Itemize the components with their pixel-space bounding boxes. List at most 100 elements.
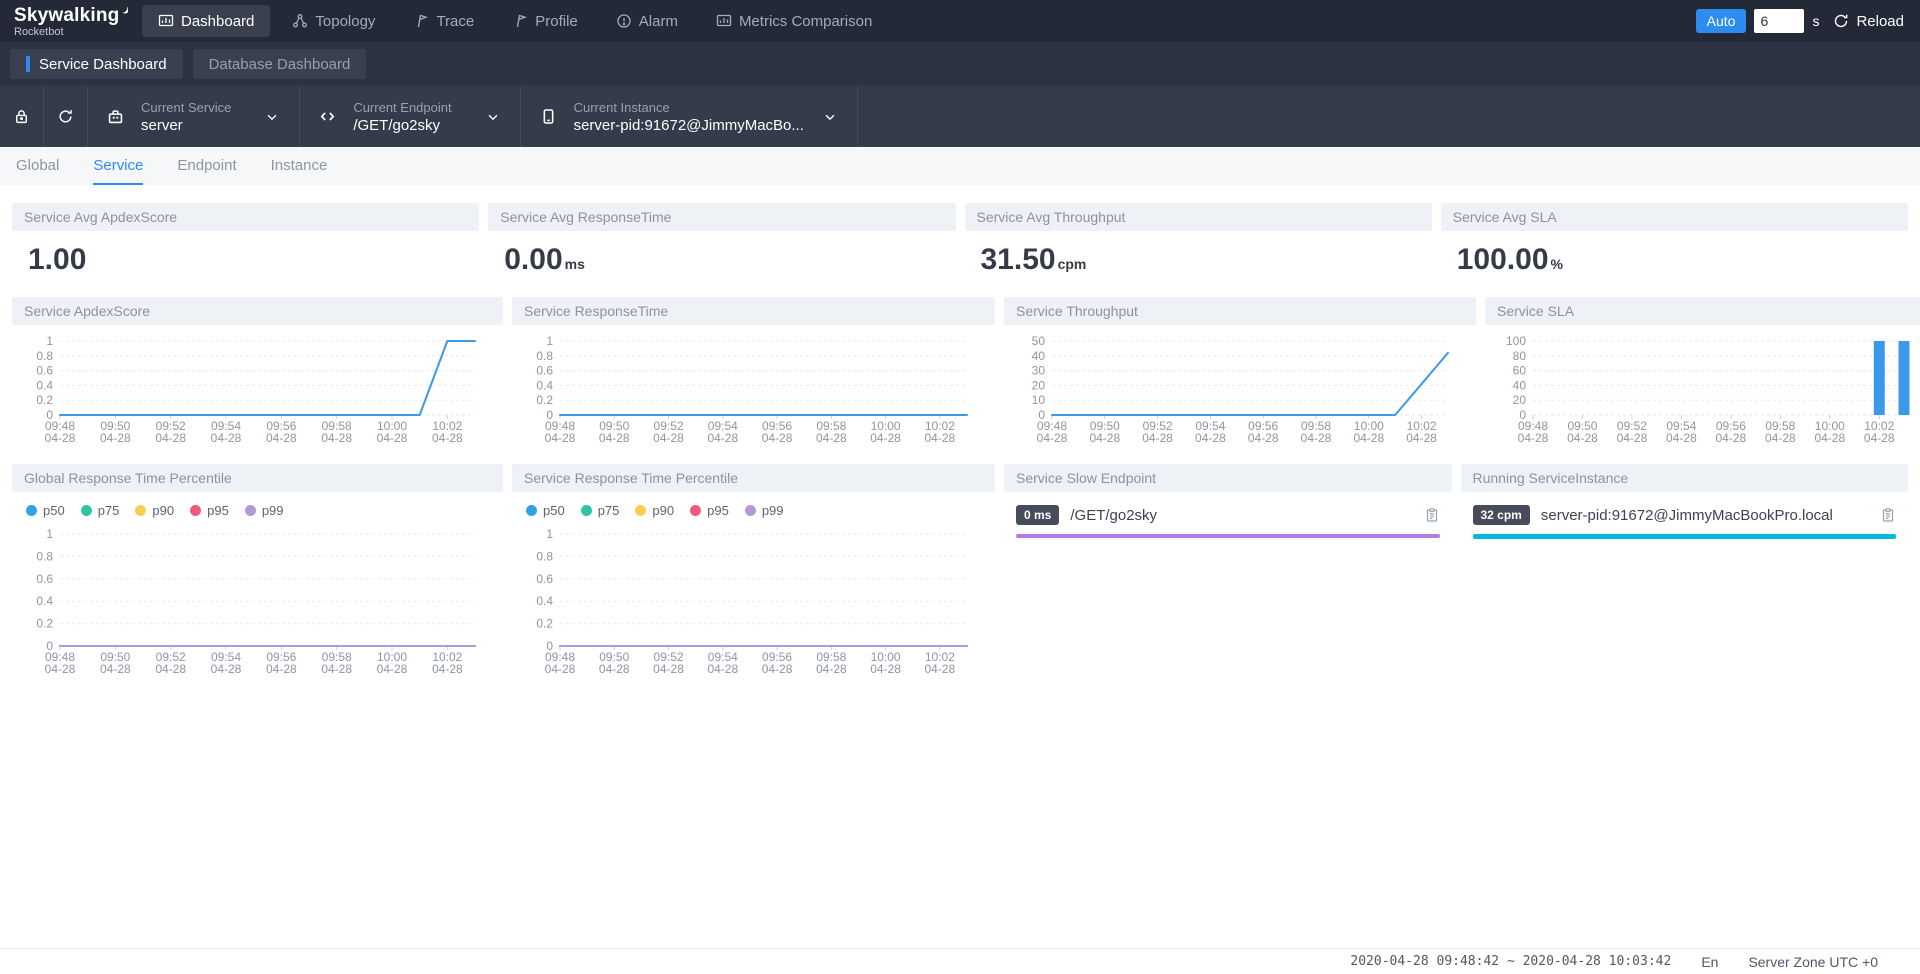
throughput-chart[interactable]: 0102030405009:4804-2809:5004-2809:5204-2… — [1004, 325, 1476, 454]
card-title: Running ServiceInstance — [1461, 464, 1909, 492]
server-zone-setting[interactable]: Server Zone UTC +0 — [1748, 954, 1878, 970]
chart-title: Service Throughput — [1004, 297, 1476, 325]
reload-button[interactable]: Reload — [1833, 13, 1904, 30]
chevron-down-icon — [486, 110, 500, 124]
legend-item-p99[interactable]: p99 — [745, 503, 784, 518]
stat-card-throughput: Service Avg Throughput 31.50cpm — [965, 203, 1432, 287]
copy-instance-button[interactable] — [1880, 507, 1896, 523]
scope-tab-service[interactable]: Service — [93, 147, 143, 185]
legend-dot — [190, 505, 201, 516]
scope-tab-instance[interactable]: Instance — [271, 147, 328, 185]
legend-item-p75[interactable]: p75 — [81, 503, 120, 518]
instance-name: server-pid:91672@JimmyMacBookPro.local — [1541, 507, 1869, 524]
legend-item-p75[interactable]: p75 — [581, 503, 620, 518]
slow-endpoint-card: Service Slow Endpoint 0 ms /GET/go2sky — [1004, 464, 1452, 538]
legend-item-p95[interactable]: p95 — [190, 503, 229, 518]
refresh-templates-button[interactable] — [44, 86, 88, 147]
nav-item-topology[interactable]: Topology — [276, 5, 391, 37]
legend-item-p90[interactable]: p90 — [135, 503, 174, 518]
service-selector[interactable]: Current Service server — [88, 86, 300, 147]
active-tab-indicator — [26, 56, 30, 72]
lock-templates-button[interactable] — [0, 86, 44, 147]
endpoint-selector[interactable]: Current Endpoint /GET/go2sky — [300, 86, 520, 147]
svg-text:04-28: 04-28 — [653, 431, 684, 445]
svg-text:1: 1 — [546, 334, 553, 348]
chart-card-apdexscore: Service ApdexScore 00.20.40.60.8109:4804… — [12, 297, 503, 454]
chart-title: Service Response Time Percentile — [512, 464, 995, 492]
chart-card-responsetime: Service ResponseTime 00.20.40.60.8109:48… — [512, 297, 995, 454]
svg-text:04-28: 04-28 — [1716, 431, 1747, 445]
stat-card-title: Service Avg SLA — [1441, 203, 1908, 231]
svg-text:04-28: 04-28 — [211, 431, 242, 445]
svg-text:04-28: 04-28 — [1089, 431, 1120, 445]
interval-unit: s — [1812, 13, 1819, 29]
svg-text:30: 30 — [1032, 364, 1046, 378]
nav-item-metrics-comparison[interactable]: Metrics Comparison — [700, 5, 888, 37]
svg-text:0.4: 0.4 — [536, 594, 553, 608]
tab-service-dashboard[interactable]: Service Dashboard — [10, 49, 183, 79]
svg-text:04-28: 04-28 — [707, 431, 738, 445]
dashboard-tabs-bar: Service Dashboard Database Dashboard — [0, 42, 1920, 86]
svg-text:04-28: 04-28 — [707, 662, 738, 676]
nav-item-dashboard[interactable]: Dashboard — [142, 5, 270, 37]
svg-text:04-28: 04-28 — [870, 431, 901, 445]
sla-chart[interactable]: 02040608010009:4804-2809:5004-2809:5204-… — [1485, 325, 1920, 454]
svg-text:04-28: 04-28 — [432, 662, 463, 676]
legend-dot — [26, 505, 37, 516]
legend-item-p50[interactable]: p50 — [26, 503, 65, 518]
svg-text:50: 50 — [1032, 334, 1046, 348]
tab-database-dashboard[interactable]: Database Dashboard — [193, 49, 367, 79]
auto-toggle-button[interactable]: Auto — [1696, 9, 1747, 33]
svg-text:0.2: 0.2 — [36, 393, 53, 407]
legend-dot — [135, 505, 146, 516]
nav-item-trace[interactable]: Trace — [397, 5, 490, 37]
svg-text:04-28: 04-28 — [925, 662, 956, 676]
nav-item-profile[interactable]: Profile — [496, 5, 594, 37]
instance-cpm-badge: 32 cpm — [1473, 505, 1530, 525]
svg-text:0.6: 0.6 — [36, 572, 53, 586]
apdexscore-chart[interactable]: 00.20.40.60.8109:4804-2809:5004-2809:520… — [12, 325, 503, 454]
svg-text:04-28: 04-28 — [266, 431, 297, 445]
svg-text:1: 1 — [546, 527, 553, 541]
footer-bar: 2020-04-28 09:48:42 ~ 2020-04-28 10:03:4… — [0, 948, 1920, 974]
scope-tab-global[interactable]: Global — [16, 147, 59, 185]
svg-text:04-28: 04-28 — [925, 431, 956, 445]
time-range-picker[interactable]: 2020-04-28 09:48:42 ~ 2020-04-28 10:03:4… — [1350, 954, 1671, 969]
legend-dot — [690, 505, 701, 516]
top-nav: Skywalking Rocketbot Dashboard Topology … — [0, 0, 1920, 42]
instance-selector[interactable]: Current Instance server-pid:91672@JimmyM… — [521, 86, 858, 147]
endpoint-name: /GET/go2sky — [1070, 507, 1412, 524]
language-switcher[interactable]: En — [1701, 954, 1718, 970]
svg-text:04-28: 04-28 — [211, 662, 242, 676]
app-logo[interactable]: Skywalking Rocketbot — [0, 5, 128, 38]
dashboard-content: Service Avg ApdexScore 1.00 Service Avg … — [0, 185, 1920, 685]
trace-icon — [413, 13, 429, 29]
service-percentile-chart[interactable]: 00.20.40.60.8109:4804-2809:5004-2809:520… — [512, 518, 995, 685]
legend-item-p99[interactable]: p99 — [245, 503, 284, 518]
svg-text:04-28: 04-28 — [321, 431, 352, 445]
responsetime-chart[interactable]: 00.20.40.60.8109:4804-2809:5004-2809:520… — [512, 325, 995, 454]
stat-value: 31.50 — [981, 243, 1056, 276]
svg-text:04-28: 04-28 — [1142, 431, 1173, 445]
nav-item-alarm[interactable]: Alarm — [600, 5, 694, 37]
svg-text:04-28: 04-28 — [816, 431, 847, 445]
legend-item-p90[interactable]: p90 — [635, 503, 674, 518]
svg-text:04-28: 04-28 — [155, 662, 186, 676]
service-icon — [106, 107, 125, 126]
scope-tab-endpoint[interactable]: Endpoint — [177, 147, 236, 185]
copy-endpoint-button[interactable] — [1424, 507, 1440, 523]
legend-item-p95[interactable]: p95 — [690, 503, 729, 518]
chart-title: Service ResponseTime — [512, 297, 995, 325]
svg-text:04-28: 04-28 — [1406, 431, 1437, 445]
legend-dot — [745, 505, 756, 516]
svg-text:04-28: 04-28 — [1248, 431, 1279, 445]
card-title: Service Slow Endpoint — [1004, 464, 1452, 492]
svg-text:20: 20 — [1032, 378, 1046, 392]
svg-text:60: 60 — [1513, 364, 1527, 378]
auto-interval-input[interactable] — [1754, 9, 1804, 33]
percentile-legend: p50 p75 p90 p95 p99 — [12, 492, 503, 518]
svg-text:0.8: 0.8 — [536, 549, 553, 563]
legend-item-p50[interactable]: p50 — [526, 503, 565, 518]
global-percentile-chart[interactable]: 00.20.40.60.8109:4804-2809:5004-2809:520… — [12, 518, 503, 685]
nav-right-controls: Auto s Reload — [1696, 9, 1920, 33]
